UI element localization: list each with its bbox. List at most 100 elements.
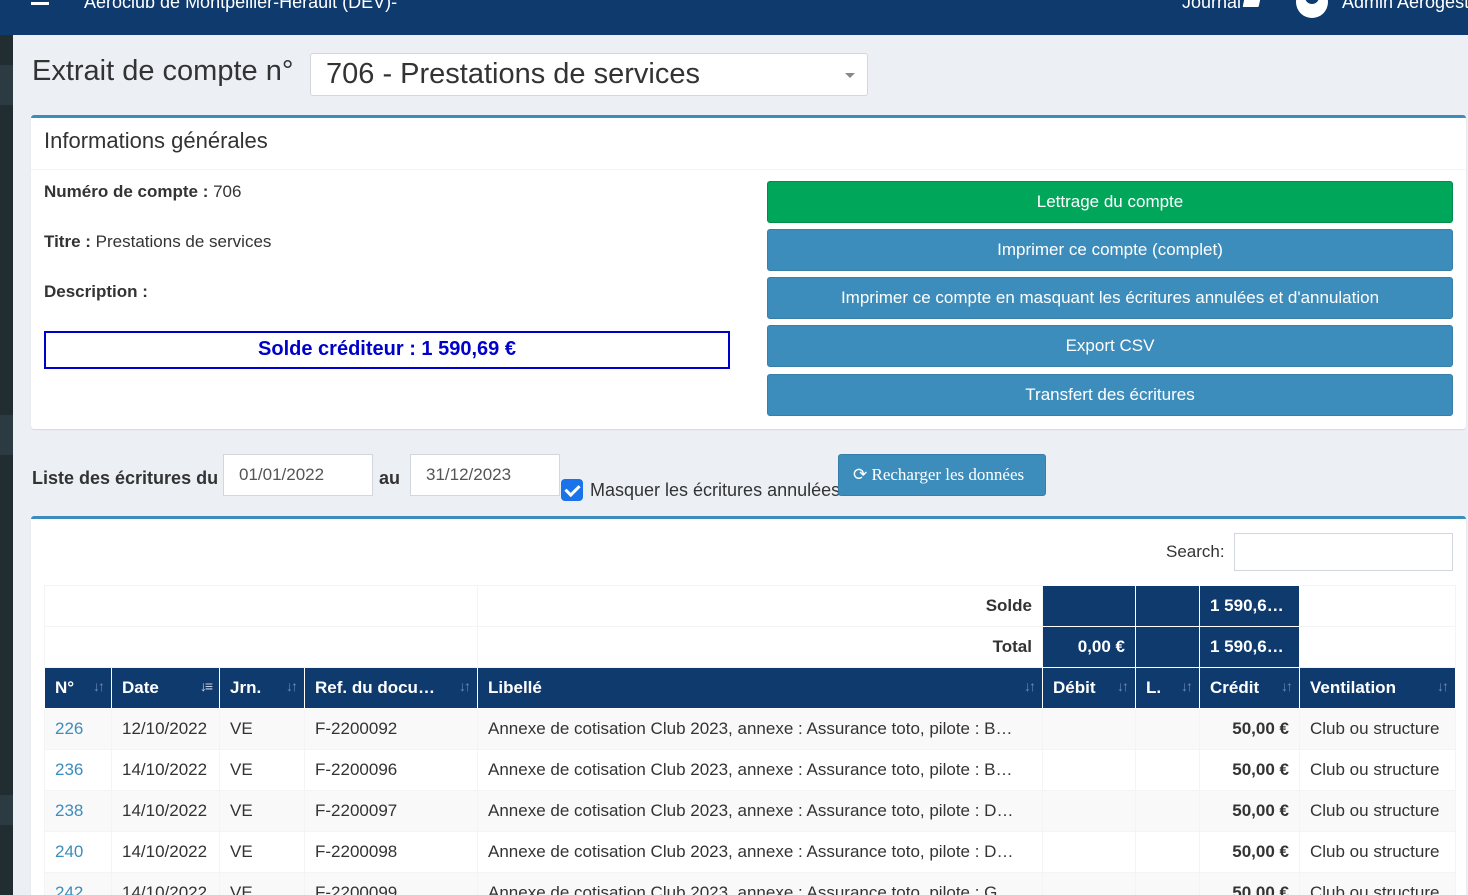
column-header-label: Libellé: [488, 678, 542, 697]
sort-icon: ↓↑: [93, 678, 105, 694]
entry-credit: 50,00 €: [1199, 872, 1300, 895]
entry-number-cell: 236: [44, 749, 112, 791]
sidebar-segment: [0, 415, 13, 455]
total-label: Total: [477, 626, 1043, 668]
hide-cancelled-label[interactable]: Masquer les écritures annulées: [590, 480, 840, 501]
total-l-cell: [1135, 626, 1200, 668]
date-from-input[interactable]: 01/01/2022: [223, 454, 373, 496]
entry-lettrage: [1135, 831, 1200, 873]
entry-number-link[interactable]: 226: [55, 719, 83, 738]
entry-libelle: Annexe de cotisation Club 2023, annexe :…: [477, 872, 1043, 895]
entry-ventilation: Club ou structure: [1299, 831, 1456, 873]
main-content: Extrait de compte n° 706 - Prestations d…: [13, 35, 1468, 895]
entry-libelle: Annexe de cotisation Club 2023, annexe :…: [477, 831, 1043, 873]
entry-lettrage: [1135, 790, 1200, 832]
entry-number-link[interactable]: 242: [55, 883, 83, 895]
balance-label: Solde: [477, 585, 1043, 627]
lettrage-button[interactable]: Lettrage du compte: [767, 181, 1453, 223]
entry-journal: VE: [219, 872, 305, 895]
filter-label-to: au: [379, 468, 401, 488]
column-header-label: N°: [55, 678, 75, 697]
entry-ventilation: Club ou structure: [1299, 708, 1456, 750]
entry-date: 14/10/2022: [111, 790, 220, 832]
column-header-date[interactable]: Date ↓≡: [111, 667, 220, 709]
journal-link[interactable]: Journal: [1182, 0, 1241, 13]
column-header-journal[interactable]: Jrn. ↓↑: [219, 667, 305, 709]
entry-date: 14/10/2022: [111, 749, 220, 791]
filter-label-from: Liste des écritures du: [32, 468, 219, 488]
column-header-debit[interactable]: Débit ↓↑: [1042, 667, 1136, 709]
account-select-value: 706 - Prestations de services: [326, 58, 700, 90]
account-number-line: Numéro de compte : 706: [44, 182, 241, 202]
entry-journal: VE: [219, 749, 305, 791]
balance-box: Solde créditeur : 1 590,69 €: [44, 331, 730, 369]
total-debit: 0,00 €: [1042, 626, 1136, 668]
column-header-label: L.: [1146, 678, 1162, 697]
print-masked-button[interactable]: Imprimer ce compte en masquant les écrit…: [767, 277, 1453, 319]
top-navbar: Aéroclub de Montpellier-Hérault (DEV)- J…: [0, 0, 1468, 35]
column-header-label: Date: [122, 678, 159, 697]
export-csv-button[interactable]: Export CSV: [767, 325, 1453, 367]
transfer-button[interactable]: Transfert des écritures: [767, 374, 1453, 416]
entry-credit: 50,00 €: [1199, 790, 1300, 832]
sidebar-segment: [0, 795, 13, 825]
summary-empty-cell: [44, 585, 478, 627]
description-line: Description :: [44, 282, 148, 302]
app-title[interactable]: Aéroclub de Montpellier-Hérault (DEV)-: [84, 0, 397, 13]
balance-l-cell: [1135, 585, 1200, 627]
hide-cancelled-checkbox[interactable]: [561, 479, 583, 501]
reload-button-label: Recharger les données: [871, 465, 1025, 484]
sort-desc-icon: ↓≡: [199, 678, 213, 694]
entry-ref: F-2200096: [304, 749, 478, 791]
entry-debit: [1042, 790, 1136, 832]
entry-lettrage: [1135, 708, 1200, 750]
entry-number-cell: 242: [44, 872, 112, 895]
table-row: 236 14/10/2022 VE F-2200096 Annexe de co…: [44, 749, 1456, 791]
entry-journal: VE: [219, 708, 305, 750]
date-to-input[interactable]: 31/12/2023: [410, 454, 560, 496]
column-header-label: Jrn.: [230, 678, 262, 697]
column-header-lettrage[interactable]: L. ↓↑: [1135, 667, 1200, 709]
summary-empty-cell: [1299, 585, 1456, 627]
account-number-label: Numéro de compte :: [44, 182, 209, 201]
table-row: 240 14/10/2022 VE F-2200098 Annexe de co…: [44, 831, 1456, 873]
balance-credit: 1 590,69 €: [1199, 585, 1300, 627]
print-full-button[interactable]: Imprimer ce compte (complet): [767, 229, 1453, 271]
entry-number-link[interactable]: 236: [55, 760, 83, 779]
column-header-label: Ref. du document: [315, 678, 443, 697]
reload-button[interactable]: ⟳ Recharger les données: [838, 454, 1046, 496]
column-header-num[interactable]: N° ↓↑: [44, 667, 112, 709]
account-title-label: Titre :: [44, 232, 91, 251]
entry-number-link[interactable]: 238: [55, 801, 83, 820]
search-input[interactable]: [1234, 533, 1453, 571]
menu-toggle-icon[interactable]: [31, 0, 49, 10]
box-title: Informations générales: [31, 118, 1466, 170]
entry-libelle: Annexe de cotisation Club 2023, annexe :…: [477, 708, 1043, 750]
entry-ventilation: Club ou structure: [1299, 790, 1456, 832]
table-row: 242 14/10/2022 VE F-2200099 Annexe de co…: [44, 872, 1456, 895]
column-header-ref[interactable]: Ref. du document ↓↑: [304, 667, 478, 709]
column-header-credit[interactable]: Crédit ↓↑: [1199, 667, 1300, 709]
user-avatar[interactable]: [1296, 0, 1328, 18]
total-credit: 1 590,69 €: [1199, 626, 1300, 668]
total-row: Total 0,00 € 1 590,69 €: [44, 626, 1456, 668]
entry-credit: 50,00 €: [1199, 708, 1300, 750]
entry-number-link[interactable]: 240: [55, 842, 83, 861]
sort-icon: ↓↑: [1024, 678, 1036, 694]
account-number-value: 706: [213, 182, 242, 201]
column-header-libelle[interactable]: Libellé ↓↑: [477, 667, 1043, 709]
search-label: Search:: [1166, 542, 1225, 561]
description-label: Description :: [44, 282, 148, 301]
entries-box: Search: Solde 1 590,69 € Total 0,00 € 1 …: [31, 516, 1466, 895]
entry-journal: VE: [219, 790, 305, 832]
account-select[interactable]: 706 - Prestations de services: [310, 53, 868, 96]
book-icon[interactable]: [1242, 0, 1262, 7]
entries-table: Solde 1 590,69 € Total 0,00 € 1 590,69 €…: [44, 585, 1456, 895]
user-menu[interactable]: Admin Aerogest: [1342, 0, 1468, 13]
entry-ventilation: Club ou structure: [1299, 872, 1456, 895]
balance-row: Solde 1 590,69 €: [44, 585, 1456, 627]
entry-libelle: Annexe de cotisation Club 2023, annexe :…: [477, 749, 1043, 791]
entry-lettrage: [1135, 749, 1200, 791]
column-header-label: Débit: [1053, 678, 1096, 697]
column-header-ventilation[interactable]: Ventilation ↓↑: [1299, 667, 1456, 709]
